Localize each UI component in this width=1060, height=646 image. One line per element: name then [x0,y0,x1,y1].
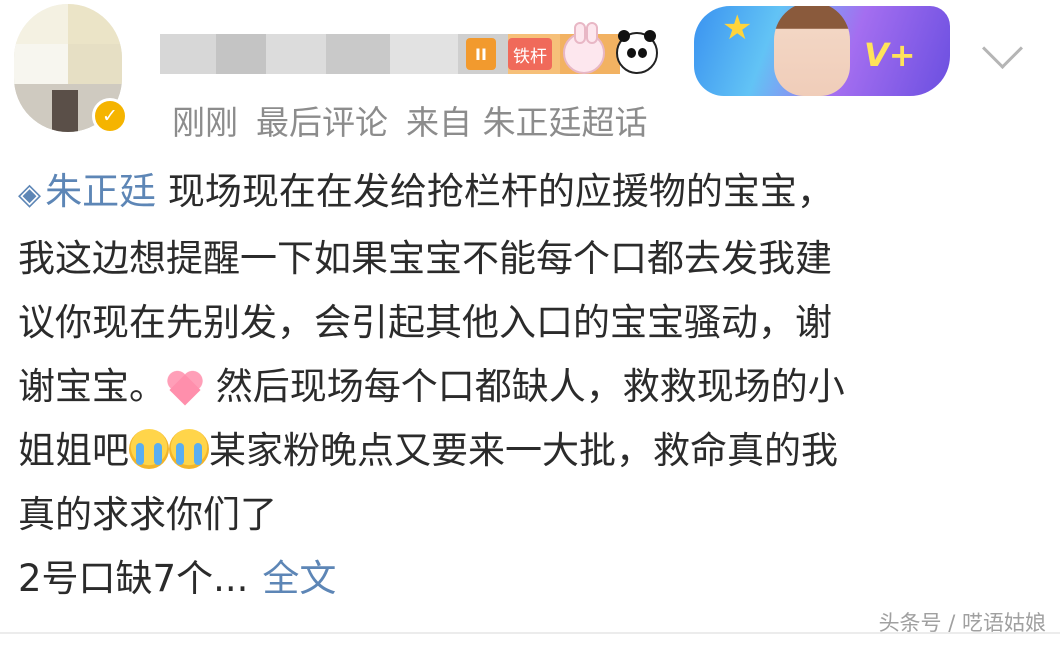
body-line: 谢宝宝。 然后现场每个口都缺人，救救现场的小 [18,355,1028,419]
body-line: 2号口缺7个... 全文 [18,547,1028,611]
star-icon: ★ [722,8,753,48]
panda-badge-icon[interactable] [616,30,658,74]
post-time: 刚刚 [172,103,238,142]
avatar-mosaic [68,4,122,44]
rabbit-badge-icon[interactable] [563,22,605,74]
body-text: 现场现在在发给抢栏杆的应援物的宝宝， [167,170,834,213]
body-text: 谢宝宝。 [18,365,166,408]
divider [0,632,1060,634]
body-line: ◈ 朱正廷 现场现在在发给抢栏杆的应援物的宝宝， [18,160,1028,227]
post-source[interactable]: 来自 朱正廷超话 [406,103,648,142]
body-text: 某家粉晚点又要来一大批，救命真的我 [209,429,838,472]
vip-banner[interactable]: ★ V+ [694,6,950,96]
avatar-mosaic [68,44,122,84]
crying-emoji-icon [169,429,209,469]
verified-badge-icon: ✓ [92,98,128,134]
post-body: ◈ 朱正廷 现场现在在发给抢栏杆的应援物的宝宝， 我这边想提醒一下如果宝宝不能每个… [18,160,1028,611]
crying-emoji-icon [129,429,169,469]
heart-emoji-icon [166,369,204,403]
avatar-mosaic [14,44,68,84]
level-badge: II [466,38,496,70]
body-line: 议你现在先别发，会引起其他入口的宝宝骚动，谢 [18,301,832,344]
chevron-down-icon[interactable] [981,27,1024,70]
topic-diamond-icon: ◈ [18,177,42,212]
body-line: 姐姐吧 某家粉晚点又要来一大批，救命真的我 [18,419,1028,483]
body-text: 2号口缺7个... [18,557,249,600]
avatar-mosaic [14,4,68,44]
body-line: 真的求求你们了 [18,493,277,536]
body-text: 然后现场每个口都缺人，救救现场的小 [215,365,845,408]
body-text: 姐姐吧 [18,429,129,472]
expand-full-text-link[interactable]: 全文 [262,557,336,600]
body-line: 我这边想提醒一下如果宝宝不能每个口都去发我建 [18,237,832,280]
post-meta: 刚刚 最后评论 来自 朱正廷超话 [172,96,666,144]
avatar-mosaic [52,90,78,132]
last-comment-label: 最后评论 [256,103,388,142]
topic-link[interactable]: 朱正廷 [45,170,156,213]
banner-portrait [774,6,850,96]
vip-plus-label: V+ [864,36,916,74]
fan-badge[interactable]: 铁杆 [508,38,552,70]
